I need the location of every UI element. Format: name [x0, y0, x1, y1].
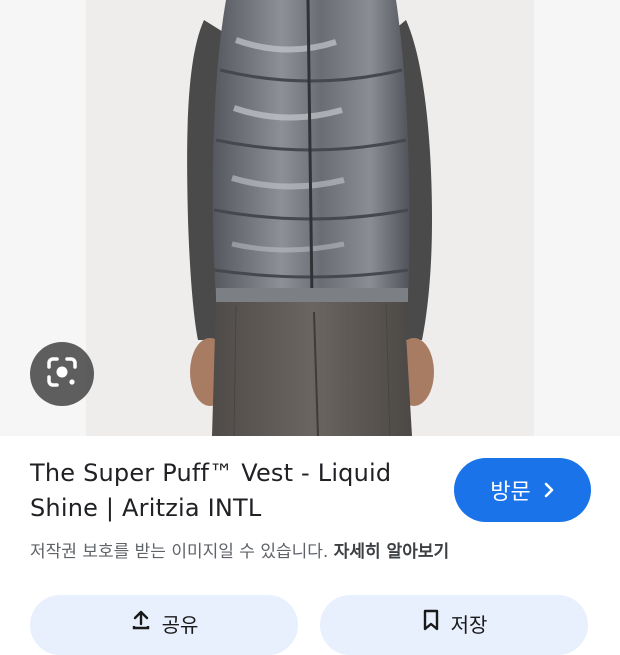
image-viewer[interactable]: [0, 0, 620, 436]
result-info-panel: The Super Puff™ Vest - Liquid Shine | Ar…: [0, 436, 620, 655]
lens-camera-icon: [45, 355, 79, 393]
share-icon: [130, 609, 152, 636]
save-button-label: 저장: [450, 613, 488, 637]
bookmark-icon: [421, 609, 441, 636]
copyright-notice-text: 저작권 보호를 받는 이미지일 수 있습니다.: [30, 542, 329, 562]
save-button[interactable]: 저장: [320, 595, 588, 655]
product-photo-illustration: [86, 0, 534, 436]
lens-search-button[interactable]: [30, 342, 94, 406]
share-button-label: 공유: [161, 613, 199, 637]
product-title-line1: The Super Puff™ Vest - Liquid: [30, 459, 392, 487]
visit-button[interactable]: 방문: [454, 458, 591, 522]
chevron-right-icon: [543, 482, 555, 498]
product-title-line2: Shine | Aritzia INTL: [30, 494, 262, 522]
share-button[interactable]: 공유: [30, 595, 298, 655]
product-title[interactable]: The Super Puff™ Vest - Liquid Shine | Ar…: [30, 456, 410, 526]
product-image[interactable]: [86, 0, 534, 436]
learn-more-link[interactable]: 자세히 알아보기: [334, 542, 449, 562]
visit-button-label: 방문: [490, 480, 531, 505]
copyright-notice: 저작권 보호를 받는 이미지일 수 있습니다. 자세히 알아보기: [30, 537, 449, 562]
